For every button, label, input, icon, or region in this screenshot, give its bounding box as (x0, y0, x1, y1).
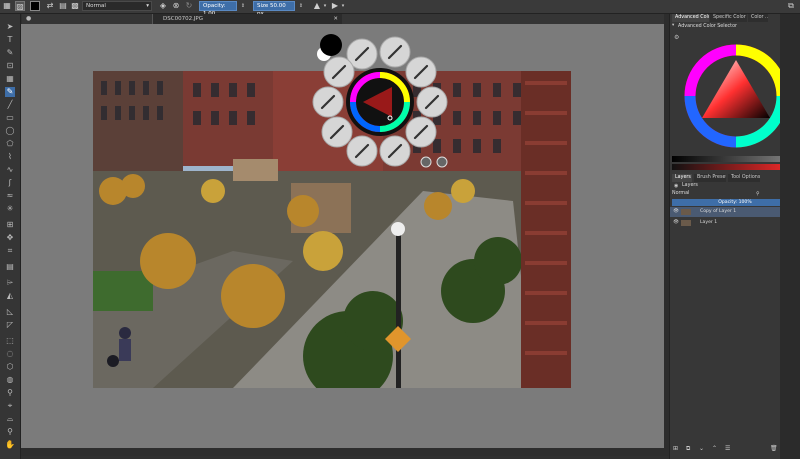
document-tab-title: DSC00702.JPG (163, 16, 204, 22)
layer-properties-icon[interactable]: ☰ (725, 445, 733, 453)
move-layer-down-icon[interactable]: ⌄ (699, 445, 707, 453)
layers-panel-icon: ◉ (674, 183, 679, 189)
brush-preset-icon[interactable]: ▦ (2, 1, 12, 11)
freehand-brush-icon[interactable]: ✎ (5, 87, 15, 97)
visibility-eye-icon[interactable]: 👁 (673, 218, 679, 228)
layer-blend-mode-select[interactable]: Normal (672, 191, 752, 198)
blend-mode-select[interactable]: Normal ▾ (82, 1, 152, 11)
crop-tool-icon[interactable]: ⌗ (5, 246, 15, 256)
swap-colors-icon[interactable]: ⇄ (45, 1, 55, 11)
filter-icon[interactable]: ⚲ (756, 191, 763, 198)
freehand-select-icon[interactable]: ◍ (5, 375, 15, 385)
rectangle-tool-icon[interactable]: ▭ (5, 113, 15, 123)
visibility-eye-icon[interactable]: 👁 (673, 207, 679, 217)
pattern-icon[interactable]: ▩ (70, 1, 80, 11)
preset-thumbnail-icon[interactable]: ▨ (15, 1, 25, 11)
measure-tool-icon[interactable]: ◸ (5, 320, 15, 330)
layer-thumbnail (681, 209, 691, 215)
polygon-select-icon[interactable]: ⬡ (5, 362, 15, 372)
color-picker-icon[interactable]: ⌲ (5, 278, 15, 288)
tab-layers[interactable]: Layers (672, 174, 692, 182)
layer-blend-mode-value: Normal (672, 191, 690, 196)
ellipse-select-icon[interactable]: ◌ (5, 349, 15, 359)
layer-thumbnail (681, 220, 691, 226)
polyline-tool-icon[interactable]: ⌇ (5, 152, 15, 162)
chevron-down-icon[interactable]: ▾ (320, 1, 330, 11)
fill-tool-icon[interactable]: ◭ (5, 291, 15, 301)
duplicate-layer-icon[interactable]: ⧉ (686, 445, 694, 453)
tab-tool-options[interactable]: Tool Options (728, 174, 760, 182)
similar-select-icon[interactable]: ⌖ (5, 401, 15, 411)
popup-palette[interactable] (302, 32, 462, 192)
move-tool-icon[interactable]: ✥ (5, 233, 15, 243)
foreground-color-swatch[interactable] (320, 34, 342, 56)
chevron-down-icon: ▾ (146, 3, 149, 9)
preserve-alpha-icon[interactable]: ⊗ (171, 1, 181, 11)
ellipse-tool-icon[interactable]: ◯ (5, 126, 15, 136)
settings-icon[interactable]: ⚙ (674, 34, 681, 41)
eraser-mode-icon[interactable]: ◈ (158, 1, 168, 11)
horizontal-scrollbar[interactable] (21, 448, 664, 456)
tab-brush-presets[interactable]: Brush Presets (694, 174, 726, 182)
move-layer-up-icon[interactable]: ⌃ (712, 445, 720, 453)
text-tool-icon[interactable]: T (5, 35, 15, 45)
tag-selector-button[interactable] (420, 156, 432, 168)
tab-menu-icon[interactable]: ● (26, 15, 32, 22)
opacity-stepper-icon[interactable]: ⇕ (238, 1, 248, 11)
palette-settings-button[interactable] (436, 156, 448, 168)
blend-mode-value: Normal (86, 3, 106, 9)
size-label: Size (257, 3, 269, 9)
gradient-icon[interactable]: ▤ (58, 1, 68, 11)
gradient-tool-icon[interactable]: ▤ (5, 262, 15, 272)
color-wheel[interactable] (682, 42, 790, 150)
polygon-tool-icon[interactable]: ⬠ (5, 139, 15, 149)
dynamic-brush-icon[interactable]: ≈ (5, 191, 15, 201)
toolbox: ➤ T ✎ ⊡ ▦ ✎ ╱ ▭ ◯ ⬠ ⌇ ∿ ʃ ≈ ✳ ⊞ ✥ ⌗ ▤ ⌲ … (0, 14, 21, 459)
pattern-tool-icon[interactable]: ▦ (5, 74, 15, 84)
select-shapes-icon[interactable]: ➤ (5, 22, 15, 32)
pan-tool-icon[interactable]: ✋ (5, 440, 15, 450)
chevron-down-icon[interactable]: ▾ (338, 1, 348, 11)
close-icon[interactable]: ✕ (333, 14, 338, 24)
layers-panel-title: Layers (682, 183, 698, 188)
multibrush-icon[interactable]: ✳ (5, 204, 15, 214)
layer-name[interactable]: Layer 1 (700, 218, 717, 228)
tab-specific-color-selector[interactable]: Specific Color S... (710, 14, 747, 22)
color-panel-title: Advanced Color Selector (678, 24, 737, 29)
reload-preset-icon[interactable]: ↻ (184, 1, 194, 11)
opacity-label: Opacity: (203, 3, 226, 9)
opacity-field[interactable]: Opacity: 1.00 (199, 1, 237, 17)
tab-advanced-color-selector[interactable]: Advanced Color S... (672, 14, 709, 22)
add-layer-icon[interactable]: ⊞ (673, 445, 681, 453)
contiguous-select-icon[interactable]: ⚲ (5, 388, 15, 398)
bezier-select-icon[interactable]: ⌓ (5, 414, 15, 424)
document-tab[interactable]: DSC00702.JPG ✕ (152, 14, 342, 24)
transform-tool-icon[interactable]: ⊞ (5, 220, 15, 230)
color-swatch-icon[interactable] (30, 1, 40, 11)
size-field[interactable]: Size 50.00 px (253, 1, 295, 17)
zoom-tool-icon[interactable]: ⚲ (5, 427, 15, 437)
dock-edge (780, 14, 800, 459)
collapse-icon[interactable]: ▾ (672, 23, 678, 29)
workspace-chooser-icon[interactable]: ⧉ (786, 1, 796, 11)
freehand-path-icon[interactable]: ʃ (5, 178, 15, 188)
assistant-tool-icon[interactable]: ◺ (5, 307, 15, 317)
edit-shapes-icon[interactable]: ✎ (5, 48, 15, 58)
delete-layer-icon[interactable]: 🗑 (770, 445, 778, 453)
top-toolbar: ▦ ▨ ⇄ ▤ ▩ Normal ▾ ◈ ⊗ ↻ Opacity: 1.00 ⇕… (0, 0, 800, 17)
size-stepper-icon[interactable]: ⇕ (296, 1, 306, 11)
line-tool-icon[interactable]: ╱ (5, 100, 15, 110)
document-tab-bar (22, 14, 665, 24)
calligraphy-icon[interactable]: ⊡ (5, 61, 15, 71)
rect-select-icon[interactable]: ⬚ (5, 336, 15, 346)
tab-color[interactable]: Color ... (748, 14, 768, 22)
layer-name[interactable]: Copy of Layer 1 (700, 207, 736, 217)
bezier-tool-icon[interactable]: ∿ (5, 165, 15, 175)
